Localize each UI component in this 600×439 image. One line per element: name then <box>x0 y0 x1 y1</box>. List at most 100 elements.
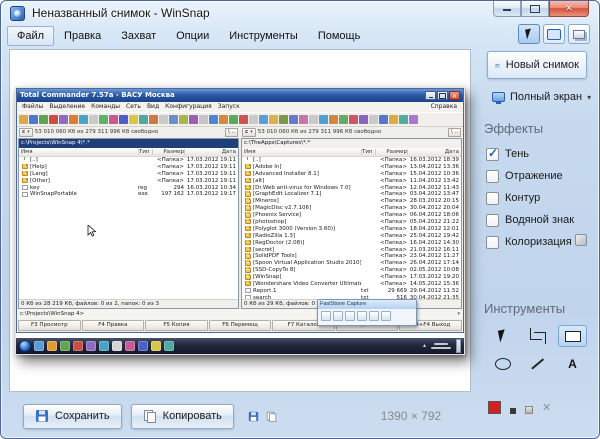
effect-checkbox[interactable] <box>486 170 499 183</box>
tc-toolbar-icon <box>229 115 238 124</box>
file-icon <box>245 233 251 238</box>
new-snapshot-label: Новый снимок <box>506 59 579 71</box>
effect-label: Контур <box>505 192 540 204</box>
menu-bar: Файл Правка Захват Опции Инструменты Пом… <box>7 25 370 47</box>
effect-label: Отражение <box>505 170 563 182</box>
tc-free-space: 53 010 060 Кб из 279 311 996 Кб свободно <box>35 129 158 135</box>
capture-tool-button[interactable] <box>543 24 565 44</box>
effect-row[interactable]: Тень <box>486 143 593 165</box>
window-control-button[interactable] <box>521 1 549 17</box>
tc-help-menu-item: Справка <box>431 103 461 110</box>
tc-toolbar-icon <box>189 115 198 124</box>
chevron-down-icon: ▾ <box>587 93 591 102</box>
taskbar-app-icon <box>125 341 135 351</box>
copy-button[interactable]: Копировать <box>131 404 234 429</box>
drawing-tool-button[interactable] <box>523 353 552 375</box>
tc-toolbar-icon <box>89 115 98 124</box>
file-row: WinSnapPortable exe 197 162 17.03.2012 1… <box>19 191 238 198</box>
preview-canvas[interactable]: Total Commander 7.57a - ВАСУ Москва Файл… <box>9 49 471 392</box>
tc-toolbar-icon <box>339 115 348 124</box>
faststone-title: FastStone Capture <box>318 300 416 309</box>
taskbar-app-icon <box>99 341 109 351</box>
window-control-button[interactable] <box>549 1 589 17</box>
effect-label: Тень <box>505 148 529 160</box>
quick-save-icon[interactable] <box>248 411 259 422</box>
tc-toolbar-icon <box>139 115 148 124</box>
chevron-down-icon: ▾ <box>27 129 30 135</box>
drawing-tool-button[interactable] <box>558 325 587 347</box>
capture-mode-dropdown[interactable]: Полный экран ▾ <box>492 89 591 105</box>
menu-item[interactable]: Помощь <box>308 26 371 46</box>
menu-item[interactable]: Инструменты <box>219 26 308 46</box>
faststone-toolbar <box>318 309 416 323</box>
chevron-down-icon: ▾ <box>250 129 253 135</box>
effect-row[interactable]: Контур <box>486 187 593 209</box>
tc-menu-item: Команды <box>88 103 123 110</box>
start-orb-icon <box>19 340 31 352</box>
effect-row[interactable]: Водяной знак <box>486 209 593 231</box>
drawing-tool-button[interactable] <box>488 325 517 347</box>
file-icon <box>245 281 251 286</box>
window-control-button[interactable] <box>493 1 521 17</box>
tc-drive-combo: c▾ <box>19 128 33 137</box>
file-icon <box>22 185 28 190</box>
menu-item[interactable]: Правка <box>54 26 111 46</box>
tc-toolbar-icon <box>49 115 58 124</box>
tc-minimize-icon <box>425 91 436 100</box>
file-row: [GraphEdit Localizer 7.1] <Папка> 03.04.… <box>242 191 461 198</box>
file-row: [Mineros] <Папка> 28.03.2012 20:15 <box>242 198 461 205</box>
menu-item[interactable]: Файл <box>7 26 54 46</box>
new-snapshot-button[interactable]: Новый снимок <box>487 51 587 79</box>
drawing-tool-button[interactable] <box>523 325 552 347</box>
tc-drive-bar: c▾ 53 010 060 Кб из 279 311 996 Кб свобо… <box>17 127 463 138</box>
file-icon <box>22 178 28 183</box>
file-icon <box>245 157 251 162</box>
save-button[interactable]: Сохранить <box>23 404 122 429</box>
tc-toolbar-icon <box>359 115 368 124</box>
save-label: Сохранить <box>55 410 110 422</box>
colorization-color-swatch[interactable] <box>575 234 587 246</box>
tc-toolbar-icon <box>269 115 278 124</box>
menu-item[interactable]: Захват <box>111 26 166 46</box>
taskbar-app-icon <box>151 341 161 351</box>
tc-close-icon <box>449 91 460 100</box>
tray-expand-icon: ▴ <box>423 342 426 349</box>
tc-file-panels: c:\Projects\WinSnap 4\*.* Имя Тип Размер… <box>17 138 463 309</box>
tc-toolbar-icon <box>349 115 358 124</box>
tc-right-column-headers: Имя Тип Размер Дата <box>242 148 461 157</box>
column-header: Тип <box>138 149 152 155</box>
tc-toolbar-icon <box>109 115 118 124</box>
tc-left-status-bar: 0 Кб из 28 219 Кб, файлов: 0 из 2, папок… <box>19 299 238 308</box>
column-header: Размер <box>152 149 184 155</box>
quick-copy-icon[interactable] <box>266 411 277 422</box>
tc-left-file-list: [..] <Папка> 17.03.2012 19:11 [Help] <Па… <box>19 157 238 299</box>
capture-tool-button[interactable] <box>568 24 590 44</box>
effect-checkbox[interactable] <box>486 148 499 161</box>
taskbar-app-icon <box>112 341 122 351</box>
effect-row[interactable]: Отражение <box>486 165 593 187</box>
drawing-tool-button[interactable] <box>558 353 587 375</box>
tc-toolbar-icon <box>169 115 178 124</box>
file-icon <box>245 206 251 211</box>
tc-menu-item: Конфигурация <box>162 103 215 110</box>
window-title: Неназванный снимок - WinSnap <box>32 6 210 20</box>
file-row: [Other] <Папка> 17.03.2012 19:11 <box>19 177 238 184</box>
drawing-tool-button[interactable] <box>488 353 517 375</box>
menu-item[interactable]: Опции <box>166 26 219 46</box>
tc-menu-item: Выделение <box>46 103 88 110</box>
effect-checkbox[interactable] <box>486 214 499 227</box>
capture-tool-button[interactable] <box>518 24 540 44</box>
taskbar-app-icon <box>60 341 70 351</box>
tc-toolbar-icon <box>209 115 218 124</box>
sidebar: Новый снимок Полный экран ▾ Эффекты Тень… <box>479 49 595 432</box>
effect-label: Водяной знак <box>505 214 574 226</box>
file-icon <box>245 192 251 197</box>
file-row: [SolidPDF Tools] <Папка> 23.04.2012 11:2… <box>242 253 461 260</box>
tc-toolbar-icon <box>309 115 318 124</box>
effect-checkbox[interactable] <box>486 236 499 249</box>
file-icon <box>245 288 251 293</box>
effect-checkbox[interactable] <box>486 192 499 205</box>
captured-screenshot[interactable]: Total Commander 7.57a - ВАСУ Москва Файл… <box>15 87 465 355</box>
file-icon <box>245 268 251 273</box>
taskbar-app-icon <box>138 341 148 351</box>
